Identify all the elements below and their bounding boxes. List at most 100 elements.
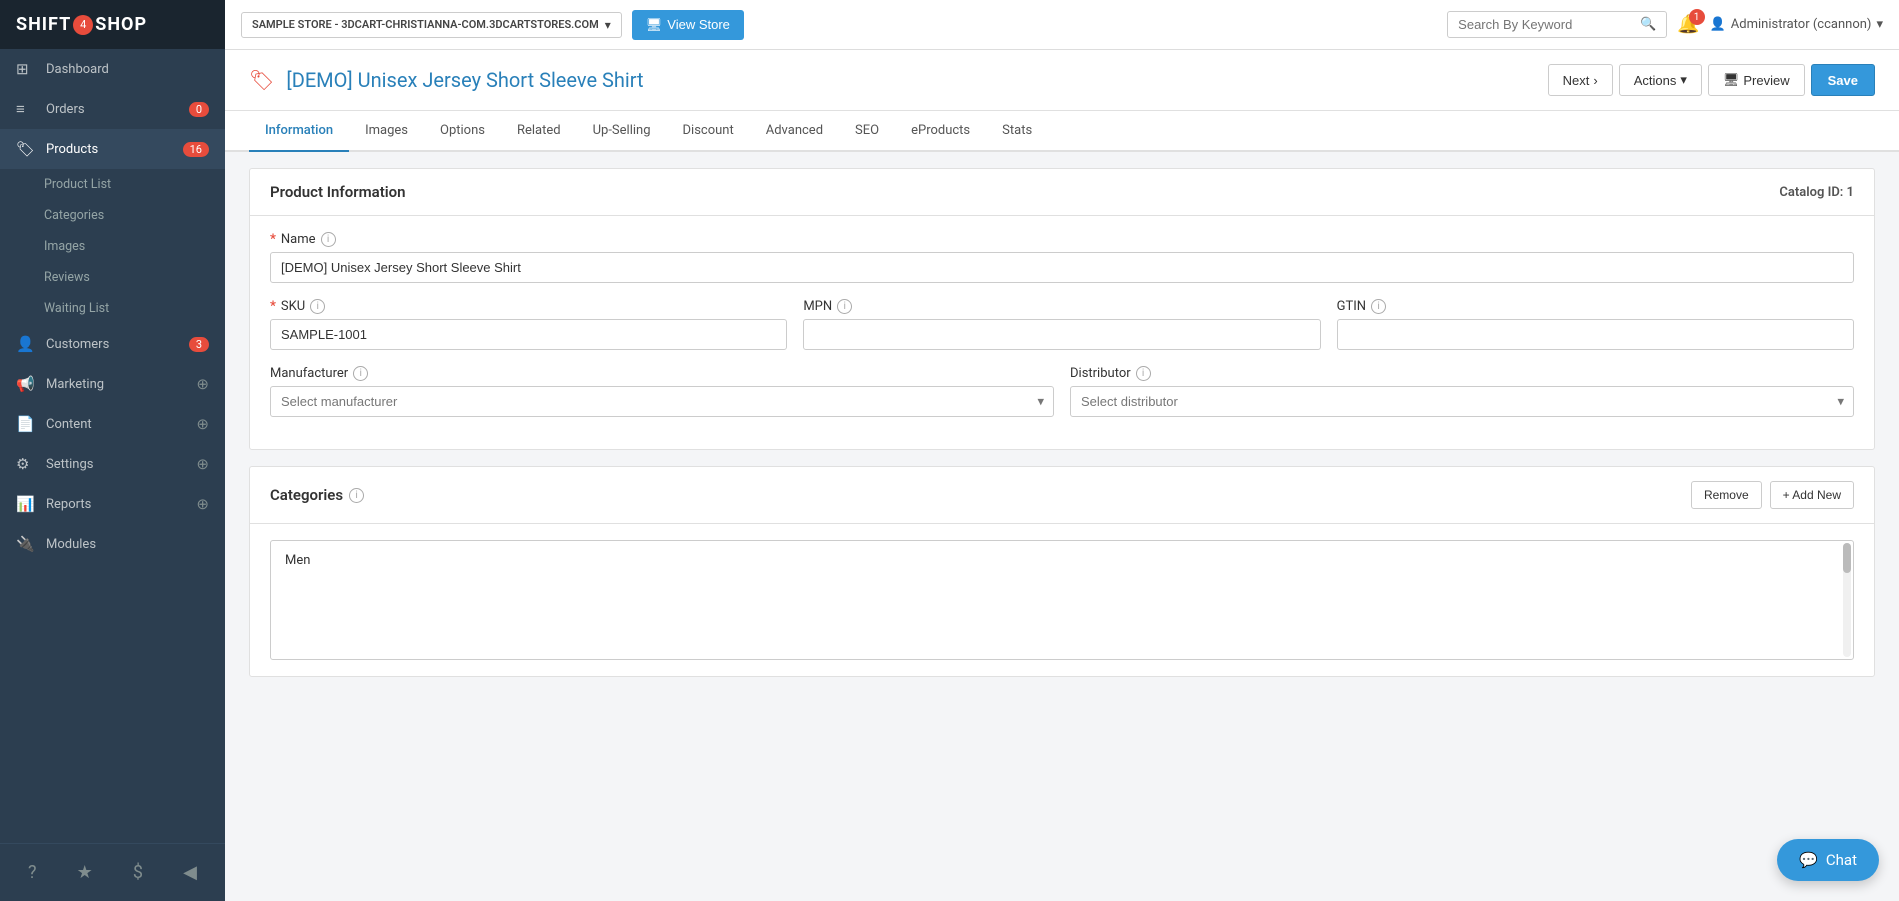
tab-images[interactable]: Images — [349, 111, 424, 152]
sidebar-item-products[interactable]: 🏷 Products 16 — [0, 129, 225, 169]
gtin-input[interactable] — [1337, 319, 1854, 350]
sku-info-icon[interactable]: i — [310, 299, 325, 314]
billing-icon[interactable]: $ — [121, 856, 155, 889]
tab-label: eProducts — [911, 123, 970, 138]
save-label: Save — [1828, 73, 1858, 88]
tab-label: Images — [365, 123, 408, 138]
sku-input[interactable] — [270, 319, 787, 350]
tab-options[interactable]: Options — [424, 111, 501, 152]
favorites-icon[interactable]: ★ — [65, 856, 105, 889]
sidebar-subitem-product-list[interactable]: Product List — [0, 169, 225, 200]
sidebar-item-dashboard[interactable]: ⊞ Dashboard — [0, 49, 225, 89]
next-button[interactable]: Next › — [1548, 64, 1613, 96]
page-header: 🏷 [DEMO] Unisex Jersey Short Sleeve Shir… — [225, 50, 1899, 111]
sidebar-item-settings[interactable]: ⚙ Settings ⊕ — [0, 444, 225, 484]
tab-seo[interactable]: SEO — [839, 111, 895, 152]
search-input[interactable] — [1458, 17, 1635, 32]
gtin-info-icon[interactable]: i — [1371, 299, 1386, 314]
main: SAMPLE STORE - 3DCART-CHRISTIANNA-COM.3D… — [225, 0, 1899, 901]
tab-information[interactable]: Information — [249, 111, 349, 152]
distributor-select[interactable]: Select distributor — [1070, 386, 1854, 417]
sidebar-item-label: Orders — [46, 102, 189, 117]
categories-box: Men — [270, 540, 1854, 660]
modules-icon: 🔌 — [16, 535, 36, 553]
sidebar-subitem-categories[interactable]: Categories — [0, 200, 225, 231]
sidebar-item-reports[interactable]: 📊 Reports ⊕ — [0, 484, 225, 524]
name-group: * Name i — [270, 232, 1854, 283]
product-info-header: Product Information Catalog ID: 1 — [250, 169, 1874, 216]
tab-eproducts[interactable]: eProducts — [895, 111, 986, 152]
header-actions: Next › Actions ▾ 🖥 Preview Save — [1548, 64, 1875, 96]
next-chevron: › — [1593, 73, 1597, 88]
sku-col: * SKU i — [270, 299, 787, 366]
sidebar-item-label: Reports — [46, 497, 196, 512]
admin-user[interactable]: 👤 Administrator (ccannon) ▾ — [1710, 17, 1883, 32]
preview-icon: 🖥 — [1723, 72, 1740, 88]
sidebar-item-orders[interactable]: ≡ Orders 0 — [0, 89, 225, 129]
mpn-info-icon[interactable]: i — [837, 299, 852, 314]
save-button[interactable]: Save — [1811, 64, 1875, 96]
tab-stats[interactable]: Stats — [986, 111, 1048, 152]
manufacturer-label-text: Manufacturer — [270, 366, 348, 381]
categories-scrollbar[interactable] — [1843, 543, 1851, 657]
sidebar-item-customers[interactable]: 👤 Customers 3 — [0, 324, 225, 364]
catalog-id: Catalog ID: 1 — [1779, 185, 1854, 200]
tab-related[interactable]: Related — [501, 111, 577, 152]
sidebar-bottom: ? ★ $ ◀ — [0, 843, 225, 901]
sidebar-item-content[interactable]: 📄 Content ⊕ — [0, 404, 225, 444]
mpn-label-text: MPN — [803, 299, 832, 314]
manufacturer-select-wrapper: Select manufacturer — [270, 386, 1054, 417]
categories-info-icon[interactable]: i — [349, 488, 364, 503]
remove-label: Remove — [1704, 488, 1749, 502]
subitem-label: Images — [44, 239, 85, 254]
distributor-info-icon[interactable]: i — [1136, 366, 1151, 381]
category-item[interactable]: Men — [279, 549, 1845, 572]
collapse-icon[interactable]: ◀ — [171, 856, 209, 889]
tab-label: Up-Selling — [593, 123, 651, 138]
sidebar-item-marketing[interactable]: 📢 Marketing ⊕ — [0, 364, 225, 404]
manufacturer-select[interactable]: Select manufacturer — [270, 386, 1054, 417]
tab-discount[interactable]: Discount — [667, 111, 750, 152]
notification-bell[interactable]: 🔔 1 — [1677, 14, 1699, 35]
gtin-label: GTIN i — [1337, 299, 1854, 314]
sku-required-star: * — [270, 299, 276, 314]
sidebar-item-label: Customers — [46, 337, 189, 352]
sidebar-item-label: Settings — [46, 457, 196, 472]
tab-advanced[interactable]: Advanced — [750, 111, 839, 152]
name-label-text: Name — [281, 232, 316, 247]
tabs-bar: Information Images Options Related Up-Se… — [225, 111, 1899, 152]
tab-label: Related — [517, 123, 561, 138]
name-label: * Name i — [270, 232, 1854, 247]
help-icon[interactable]: ? — [16, 856, 49, 889]
remove-category-button[interactable]: Remove — [1691, 481, 1762, 509]
mpn-input[interactable] — [803, 319, 1320, 350]
sidebar-item-label: Dashboard — [46, 62, 209, 77]
manufacturer-group: Manufacturer i Select manufacturer — [270, 366, 1054, 417]
logo-badge: 4 — [73, 15, 93, 35]
tab-upselling[interactable]: Up-Selling — [577, 111, 667, 152]
actions-button[interactable]: Actions ▾ — [1619, 64, 1702, 96]
sidebar-item-label: Products — [46, 142, 183, 157]
store-selector[interactable]: SAMPLE STORE - 3DCART-CHRISTIANNA-COM.3D… — [241, 12, 622, 38]
add-new-category-button[interactable]: + Add New — [1770, 481, 1854, 509]
name-input[interactable] — [270, 252, 1854, 283]
orders-icon: ≡ — [16, 100, 36, 118]
chat-button[interactable]: 💬 Chat — [1777, 839, 1879, 881]
sidebar-subitem-images[interactable]: Images — [0, 231, 225, 262]
name-info-icon[interactable]: i — [321, 232, 336, 247]
sidebar-subitem-reviews[interactable]: Reviews — [0, 262, 225, 293]
view-store-button[interactable]: 🖥 View Store — [632, 10, 744, 40]
manufacturer-info-icon[interactable]: i — [353, 366, 368, 381]
preview-button[interactable]: 🖥 Preview — [1708, 64, 1805, 96]
store-selector-chevron: ▾ — [605, 18, 611, 32]
sku-label: * SKU i — [270, 299, 787, 314]
add-new-label: + Add New — [1783, 488, 1841, 502]
search-box[interactable]: 🔍 — [1447, 11, 1667, 38]
manufacturer-col: Manufacturer i Select manufacturer — [270, 366, 1054, 433]
sidebar-item-modules[interactable]: 🔌 Modules — [0, 524, 225, 564]
gtin-label-text: GTIN — [1337, 299, 1366, 314]
sidebar-subitem-waiting-list[interactable]: Waiting List — [0, 293, 225, 324]
categories-section: Categories i Remove + Add New Men — [249, 466, 1875, 677]
logo-text-2: SHOP — [95, 14, 147, 35]
sku-group: * SKU i — [270, 299, 787, 350]
